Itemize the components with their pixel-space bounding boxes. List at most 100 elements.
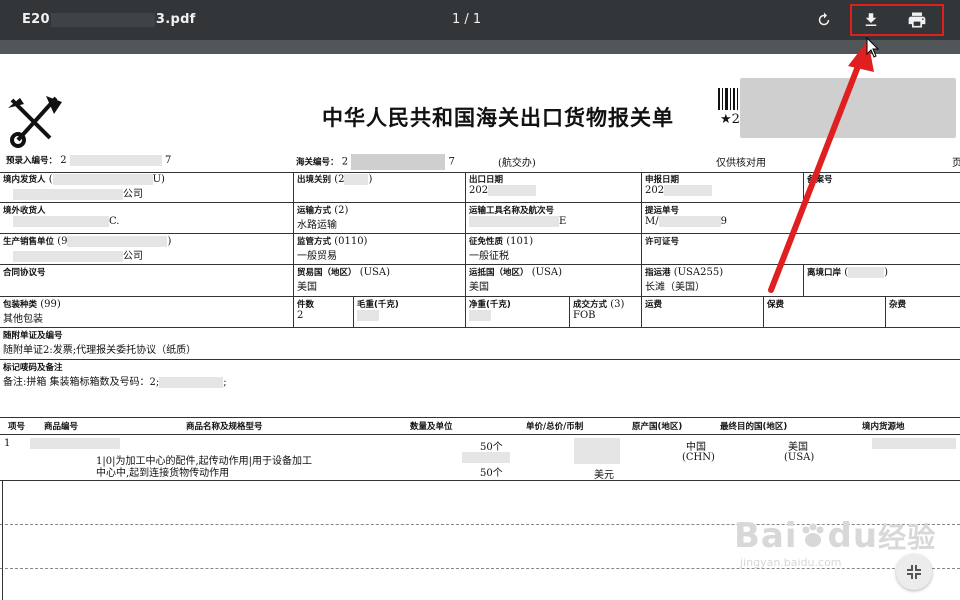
form-title: 中华人民共和国海关出口货物报关单 — [322, 106, 674, 130]
field-label: 生产销售单位 — [3, 237, 55, 247]
customs-number: 海关编号： 2 7 — [296, 154, 455, 170]
goods-header-price: 单价/总价/币制 — [526, 422, 584, 432]
package-cell: 包装种类 (99) 其他包装 — [0, 297, 294, 328]
grid-line — [0, 434, 960, 435]
redacted-value — [469, 216, 559, 227]
field-value: 其他包装 — [3, 314, 43, 325]
field-label: 出境关别 — [297, 175, 332, 185]
field-label: 杂费 — [889, 300, 907, 310]
redacted-value — [351, 154, 446, 170]
fit-page-button[interactable] — [896, 554, 932, 590]
tax-nature-cell: 征免性质 (101) 一般征税 — [466, 234, 642, 265]
field-label: 监管方式 — [297, 237, 332, 247]
goods-currency: 美元 — [594, 470, 614, 481]
customs-no-label: 海关编号： — [296, 157, 339, 168]
file-name-start: E20 — [22, 12, 50, 27]
field-value: 2 — [297, 310, 304, 321]
field-value: 美国 — [469, 282, 489, 293]
goods-destination: 美国 — [788, 442, 808, 453]
goods-header-source: 境内货源地 — [862, 422, 905, 432]
field-value: 长滩（美国） — [645, 282, 705, 293]
field-label: 合同协议号 — [3, 268, 46, 278]
export-date-cell: 出口日期 202 — [466, 172, 642, 203]
exit-customs-cell: 出境关别 (2) — [294, 172, 466, 203]
goods-qty-1: 50个 — [480, 442, 503, 453]
field-value: 202 — [469, 185, 489, 196]
field-label: 件数 — [297, 300, 315, 310]
field-value: E — [559, 216, 567, 227]
field-value: 公司 — [123, 189, 143, 200]
rotate-button[interactable] — [812, 8, 836, 32]
field-value: C. — [109, 216, 120, 227]
redacted-value — [13, 189, 123, 200]
redacted-value — [67, 236, 168, 247]
redacted-value — [13, 216, 109, 227]
watermark-brand: Bai — [734, 516, 798, 556]
redacted-value — [13, 251, 123, 262]
record-no-cell: 备案号 — [804, 172, 960, 203]
field-value: 一般征税 — [469, 251, 509, 262]
page-mark: 页 — [952, 158, 960, 169]
redacted-value — [30, 438, 120, 449]
goods-origin-code: (CHN) — [682, 452, 715, 463]
barcode-number: ★2 — [720, 112, 740, 127]
grid-line — [0, 480, 960, 481]
pre-entry-label: 预录入编号： — [6, 156, 58, 166]
file-name-end: 3.pdf — [155, 12, 196, 27]
highlight-box — [850, 4, 944, 36]
field-value: 202 — [645, 185, 665, 196]
contract-cell: 合同协议号 — [0, 265, 294, 297]
field-label: 备案号 — [807, 175, 833, 185]
field-label: 运输方式 — [297, 206, 332, 216]
goods-header-desc: 商品名称及规格型号 — [186, 422, 263, 432]
customs-note: (航交办) — [498, 158, 536, 169]
domestic-consignor-cell: 境内发货人 (U) 公司 — [0, 172, 294, 203]
field-value: M/ — [645, 216, 659, 227]
redacted-value — [488, 185, 537, 196]
goods-header-item: 项号 — [8, 422, 26, 432]
redacted-value — [469, 310, 491, 321]
freight-cell: 运费 — [642, 297, 764, 328]
field-value: FOB — [573, 310, 596, 321]
customs-no-start: 2 — [341, 156, 349, 168]
field-label: 提运单号 — [645, 206, 680, 216]
field-label: 境内发货人 — [3, 175, 46, 185]
supervision-cell: 监管方式 (0110) 一般贸易 — [294, 234, 466, 265]
field-code: (9 — [57, 236, 68, 247]
rotate-icon — [818, 12, 830, 26]
attached-docs-cell: 随附单证及编号 随附单证2:发票;代理报关委托协议（纸质） — [0, 328, 960, 360]
customs-emblem-icon — [8, 96, 62, 148]
field-label: 指运港 — [645, 268, 671, 278]
field-value: 随附单证2:发票;代理报关委托协议（纸质） — [3, 345, 197, 356]
redacted-value — [357, 310, 379, 321]
declare-date-cell: 申报日期 202 — [642, 172, 804, 203]
field-code: (101) — [506, 236, 534, 247]
goods-header-destination: 最终目的国(地区) — [720, 422, 788, 432]
misc-fee-cell: 杂费 — [886, 297, 960, 328]
paw-icon — [802, 523, 824, 547]
grid-line — [2, 480, 3, 600]
producer-cell: 生产销售单位 (9) 公司 — [0, 234, 294, 265]
field-code-close: ) — [167, 236, 172, 247]
field-label: 运输工具名称及航次号 — [469, 206, 555, 216]
pre-entry-start: 2 — [60, 155, 67, 166]
watermark-brand-2: du — [827, 516, 879, 556]
field-label: 标记唛码及备注 — [3, 363, 63, 373]
field-label: 保费 — [767, 300, 785, 310]
pieces-cell: 件数 2 — [294, 297, 354, 328]
net-weight-cell: 净重(千克) — [466, 297, 570, 328]
field-label: 包装种类 — [3, 300, 38, 310]
field-value: 美国 — [297, 282, 317, 293]
field-label: 运费 — [645, 300, 663, 310]
redacted-value — [574, 438, 620, 464]
pre-entry-number: 预录入编号： 2 7 — [6, 154, 171, 166]
field-label: 出口日期 — [469, 175, 504, 185]
redacted-value — [848, 267, 885, 278]
field-label: 毛重(千克) — [357, 300, 399, 310]
redacted-value — [344, 174, 369, 185]
redacted-value — [664, 185, 713, 196]
goods-header-code: 商品编号 — [44, 422, 79, 432]
field-value-end: 9 — [720, 216, 727, 227]
redacted-value — [52, 174, 153, 185]
trade-country-cell: 贸易国（地区） (USA) 美国 — [294, 265, 466, 297]
